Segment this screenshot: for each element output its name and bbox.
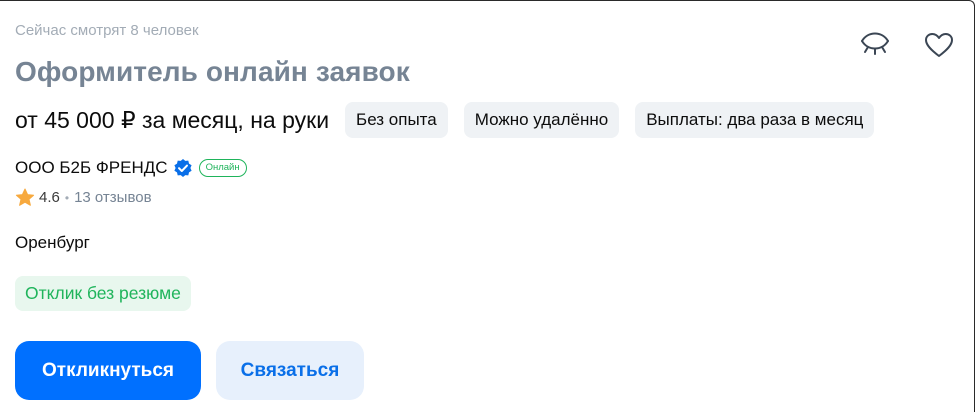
viewers-count: Сейчас смотрят 8 человек	[15, 22, 199, 39]
tag-remote: Можно удалённо	[463, 102, 620, 138]
company-name[interactable]: ООО Б2Б ФРЕНДС	[15, 158, 168, 178]
salary-row: от 45 000 ₽ за месяц, на руки Без опыта …	[15, 102, 875, 138]
favorite-button[interactable]	[923, 29, 955, 61]
vacancy-title[interactable]: Оформитель онлайн заявок	[15, 56, 410, 88]
city: Оренбург	[15, 233, 90, 252]
respond-button[interactable]: Откликнуться	[15, 341, 201, 400]
separator-dot: •	[64, 190, 70, 205]
vacancy-card: Сейчас смотрят 8 человек Оформитель онла…	[0, 0, 975, 412]
star-icon	[15, 188, 35, 207]
respond-without-resume-badge[interactable]: Отклик без резюме	[15, 276, 191, 311]
tag-payouts: Выплаты: два раза в месяц	[635, 102, 875, 138]
verified-check-icon	[173, 158, 193, 178]
eye-closed-icon	[861, 32, 889, 55]
company-row: ООО Б2Б ФРЕНДС Онлайн	[15, 158, 247, 178]
rating-value: 4.6	[39, 189, 60, 206]
online-badge: Онлайн	[198, 159, 247, 177]
hide-vacancy-button[interactable]	[859, 29, 891, 61]
salary: от 45 000 ₽ за месяц, на руки	[15, 106, 330, 133]
tag-no-experience: Без опыта	[345, 102, 448, 138]
rating-row[interactable]: 4.6 • 13 отзывов	[15, 188, 152, 207]
contact-button[interactable]: Связаться	[216, 341, 364, 400]
reviews-count: 13 отзывов	[74, 189, 152, 206]
heart-icon	[925, 33, 953, 57]
